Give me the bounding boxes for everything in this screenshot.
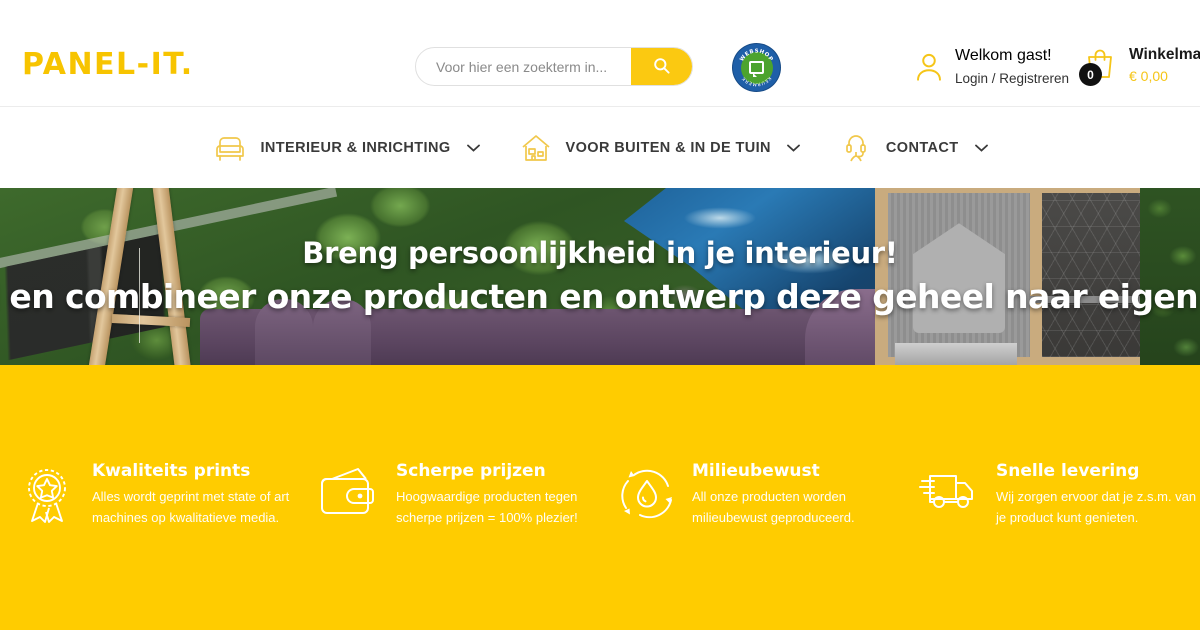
features-row: Kwaliteits prints Alles wordt geprint me… bbox=[0, 460, 1200, 528]
hero-headline-line1: Breng persoonlijkheid in je interieur! bbox=[302, 235, 898, 270]
search-input[interactable] bbox=[416, 48, 631, 85]
feature-description: Alles wordt geprint met state of art mac… bbox=[92, 488, 290, 525]
feature-snelle-levering: Snelle levering Wij zorgen ervoor dat je… bbox=[900, 460, 1200, 528]
cart-label: Winkelmand bbox=[1129, 46, 1200, 63]
feature-description: Wij zorgen ervoor dat je z.s.m. van je p… bbox=[996, 488, 1197, 525]
nav-item-contact[interactable]: CONTACT bbox=[838, 130, 988, 166]
search-bar bbox=[415, 47, 693, 86]
wallet-icon bbox=[318, 464, 380, 520]
feature-title: Milieubewust bbox=[692, 461, 820, 481]
delivery-truck-icon bbox=[918, 464, 980, 514]
search-button[interactable] bbox=[631, 48, 692, 85]
feature-scherpe-prijzen: Scherpe prijzen Hoogwaardige producten t… bbox=[300, 460, 600, 528]
feature-description: All onze producten worden milieubewust g… bbox=[692, 488, 855, 525]
armchair-icon bbox=[212, 130, 248, 166]
chevron-down-icon[interactable] bbox=[787, 144, 800, 152]
account-area[interactable]: Welkom gast! Login / Registreren bbox=[915, 44, 1069, 90]
search-icon bbox=[652, 56, 671, 78]
login-register-link[interactable]: Login / Registreren bbox=[955, 69, 1069, 90]
nav-label-interieur-inrichting: INTERIEUR & INRICHTING bbox=[260, 140, 451, 156]
feature-description: Hoogwaardige producten tegen scherpe pri… bbox=[396, 488, 578, 525]
webshop-keurmerk-seal[interactable]: WEBSHOP KEURMERK bbox=[733, 44, 780, 91]
welcome-text: Welkom gast! bbox=[955, 47, 1052, 64]
hero-banner: Breng persoonlijkheid in je interieur! B… bbox=[0, 188, 1200, 365]
chevron-down-icon[interactable] bbox=[466, 144, 480, 152]
headset-support-icon bbox=[838, 130, 874, 166]
feature-text: Snelle levering Wij zorgen ervoor dat je… bbox=[996, 460, 1200, 528]
cart-total: € 0,00 bbox=[1129, 68, 1168, 85]
seal-inner-circle bbox=[740, 51, 773, 84]
award-rosette-icon bbox=[18, 464, 76, 524]
user-icon bbox=[915, 52, 943, 82]
features-band: Kwaliteits prints Alles wordt geprint me… bbox=[0, 365, 1200, 630]
feature-milieubewust: Milieubewust All onze producten worden m… bbox=[600, 460, 900, 528]
feature-text: Milieubewust All onze producten worden m… bbox=[692, 460, 897, 528]
cart-count-badge: 0 bbox=[1079, 63, 1102, 87]
nav-label-voor-buiten-in-de-tuin: VOOR BUITEN & IN DE TUIN bbox=[565, 140, 771, 156]
speech-bubble-icon bbox=[749, 61, 764, 77]
cart-widget[interactable]: 0 Winkelmand € 0,00 bbox=[1079, 44, 1200, 87]
feature-text: Scherpe prijzen Hoogwaardige producten t… bbox=[396, 460, 600, 528]
recycle-droplet-icon bbox=[618, 464, 676, 522]
nav-item-voor-buiten-in-de-tuin[interactable]: VOOR BUITEN & IN DE TUIN bbox=[518, 130, 800, 166]
header-bar: PANEL-IT. WEBSHOP KEURMERK bbox=[0, 0, 1200, 107]
account-text: Welkom gast! Login / Registreren bbox=[955, 44, 1069, 90]
house-icon bbox=[518, 130, 554, 166]
nav-label-contact: CONTACT bbox=[885, 140, 959, 156]
feature-kwaliteits-prints: Kwaliteits prints Alles wordt geprint me… bbox=[0, 460, 300, 528]
feature-title: Kwaliteits prints bbox=[92, 461, 251, 481]
nav-item-interieur-inrichting[interactable]: INTERIEUR & INRICHTING bbox=[212, 130, 480, 166]
cart-text: Winkelmand € 0,00 bbox=[1129, 44, 1200, 87]
feature-title: Scherpe prijzen bbox=[396, 461, 546, 481]
site-logo[interactable]: PANEL-IT. bbox=[22, 50, 194, 80]
hero-text-block: Breng persoonlijkheid in je interieur! B… bbox=[0, 188, 1200, 365]
feature-text: Kwaliteits prints Alles wordt geprint me… bbox=[92, 460, 297, 528]
cart-icon-wrapper: 0 bbox=[1079, 47, 1119, 87]
chevron-down-icon[interactable] bbox=[974, 144, 988, 152]
hero-headline-line2: Bestel en combineer onze producten en on… bbox=[0, 276, 1200, 316]
feature-title: Snelle levering bbox=[996, 461, 1140, 481]
main-navigation: INTERIEUR & INRICHTING VOOR BUITEN & IN … bbox=[0, 108, 1200, 188]
